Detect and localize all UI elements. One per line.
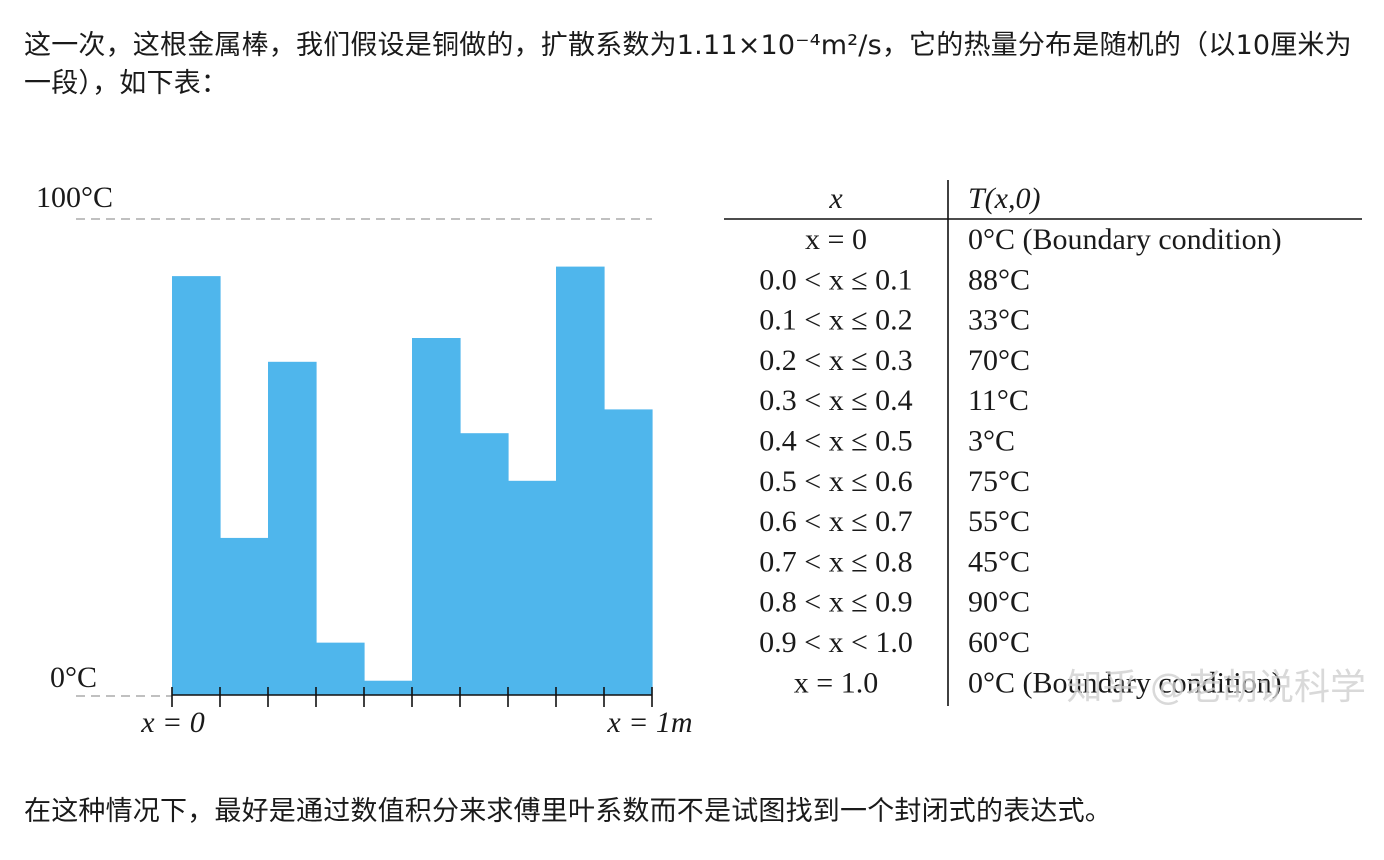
table-cell-interval: x = 0 [805,223,867,256]
bar-10 [604,409,653,695]
bar-8 [508,480,557,695]
table-cell-interval: 0.4 < x ≤ 0.5 [759,425,912,458]
table-cell-temperature: 0°C (Boundary condition) [968,223,1282,256]
heat-distribution-figure: 100°C 0°C x = 0 x = 1m x T(x,0) x = 0 0°C… [36,180,1366,739]
temperature-table: x T(x,0) x = 0 0°C (Boundary condition) 0.… [724,180,1362,706]
watermark-text: 知乎 @老胡说科学 [1067,667,1366,708]
bar-6 [412,338,461,695]
table-cell-interval: 0.2 < x ≤ 0.3 [759,344,912,377]
bar-7 [460,433,509,695]
table-cell-interval: 0.9 < x < 1.0 [759,626,913,659]
bar-1 [172,276,221,695]
y-label-max: 100°C [36,181,113,214]
bar-9 [556,266,605,695]
table-header-x: x [828,182,843,215]
table-cell-interval: 0.5 < x ≤ 0.6 [759,465,912,498]
table-cell-interval: 0.1 < x ≤ 0.2 [759,304,912,337]
table-cell-interval: 0.7 < x ≤ 0.8 [759,545,912,578]
temperature-bar-chart: 100°C 0°C x = 0 x = 1m [36,181,693,739]
table-cell-temperature: 90°C [968,586,1030,619]
table-cell-temperature: 45°C [968,545,1030,578]
table-cell-temperature: 55°C [968,505,1030,538]
table-body: x = 0 0°C (Boundary condition) 0.0 < x ≤ 0… [759,223,1282,699]
y-label-zero: 0°C [50,661,97,694]
bar-5 [364,680,413,695]
x-label-start: x = 0 [140,706,205,739]
table-cell-temperature: 60°C [968,626,1030,659]
x-label-end: x = 1m [606,706,692,739]
table-cell-interval: 0.8 < x ≤ 0.9 [759,586,912,619]
bar-2 [220,537,269,695]
table-cell-interval: x = 1.0 [794,666,878,699]
table-cell-temperature: 88°C [968,263,1030,296]
bar-4 [316,642,365,695]
bar-3 [268,361,317,695]
table-cell-interval: 0.0 < x ≤ 0.1 [759,263,912,296]
table-header-temperature: T(x,0) [968,182,1040,215]
table-cell-temperature: 33°C [968,304,1030,337]
table-cell-interval: 0.3 < x ≤ 0.4 [759,384,912,417]
table-cell-interval: 0.6 < x ≤ 0.7 [759,505,912,538]
intro-paragraph: 这一次，这根金属棒，我们假设是铜做的，扩散系数为1.11×10⁻⁴m²/s，它的… [24,30,1352,99]
table-cell-temperature: 11°C [968,384,1029,417]
table-cell-temperature: 70°C [968,344,1030,377]
table-cell-temperature: 75°C [968,465,1030,498]
table-cell-temperature: 3°C [968,425,1015,458]
closing-paragraph: 在这种情况下，最好是通过数值积分来求傅里叶系数而不是试图找到一个封闭式的表达式。 [24,796,1112,827]
bars-group [172,266,653,695]
